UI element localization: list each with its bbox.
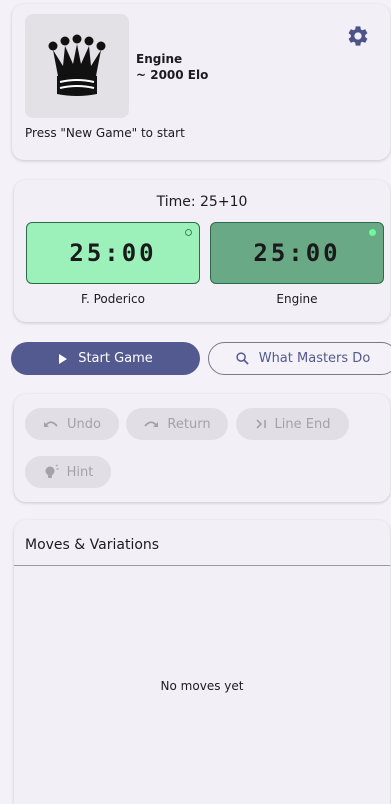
black-player-name: Engine <box>276 292 318 306</box>
queen-icon <box>48 34 106 96</box>
what-masters-do-button[interactable]: What Masters Do <box>208 342 391 375</box>
start-game-label: Start Game <box>78 351 153 366</box>
hint-button[interactable]: Hint <box>25 456 111 488</box>
search-icon <box>236 352 249 365</box>
line-end-button[interactable]: Line End <box>236 408 349 440</box>
lightbulb-icon <box>45 464 59 478</box>
white-clock[interactable]: 25:00 <box>26 222 200 284</box>
controls-card: Undo Return Line End Hint <box>14 394 390 502</box>
moves-empty-text: No moves yet <box>160 679 244 693</box>
line-end-label: Line End <box>274 416 331 432</box>
hint-label: Hint <box>66 464 94 480</box>
engine-avatar <box>25 14 129 118</box>
time-control-label: Time: 25+10 <box>156 194 248 210</box>
gear-icon <box>348 26 368 46</box>
return-button[interactable]: Return <box>126 408 228 440</box>
settings-button[interactable] <box>346 24 370 48</box>
moves-panel: Moves & Variations No moves yet <box>14 520 390 804</box>
what-masters-do-label: What Masters Do <box>258 351 371 366</box>
moves-panel-title: Moves & Variations <box>25 537 160 553</box>
moves-divider <box>14 565 390 566</box>
white-player-name: F. Poderico <box>81 292 145 306</box>
play-icon <box>59 353 68 364</box>
skip-end-icon <box>255 419 266 429</box>
black-clock-indicator <box>369 229 376 236</box>
engine-name: Engine <box>136 52 183 66</box>
redo-icon <box>144 421 159 427</box>
white-clock-time: 25:00 <box>69 239 157 267</box>
game-status-text: Press "New Game" to start <box>25 126 185 140</box>
white-clock-indicator <box>185 229 192 236</box>
undo-button[interactable]: Undo <box>25 408 119 440</box>
engine-card: Engine ~ 2000 Elo Press "New Game" to st… <box>12 4 390 160</box>
black-clock[interactable]: 25:00 <box>210 222 384 284</box>
engine-elo: ~ 2000 Elo <box>136 68 209 82</box>
clock-card: Time: 25+10 25:00 25:00 F. Poderico Engi… <box>14 180 390 322</box>
undo-icon <box>44 421 58 427</box>
return-label: Return <box>167 416 211 432</box>
undo-label: Undo <box>67 416 101 432</box>
black-clock-time: 25:00 <box>253 239 341 267</box>
start-game-button[interactable]: Start Game <box>11 342 200 375</box>
